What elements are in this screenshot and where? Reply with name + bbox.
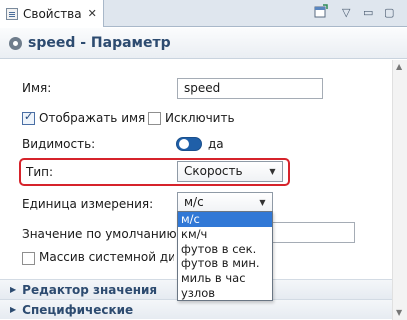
- minimize-icon[interactable]: ▭: [363, 6, 373, 19]
- scroll-down-icon[interactable]: ▼: [396, 308, 402, 317]
- scroll-up-icon[interactable]: ▲: [396, 62, 402, 71]
- toggle-knob: [179, 139, 189, 149]
- array-label: Массив системной динамики: [39, 250, 174, 264]
- exclude-label: Исключить: [165, 111, 235, 125]
- view-tabbar: Свойства ✕ ▽ ▭ ▢: [0, 0, 407, 27]
- dropdown-option[interactable]: футов в мин.: [178, 256, 272, 271]
- unit-dropdown-list: м/с км/ч футов в сек. футов в мин. миль …: [177, 211, 273, 301]
- page-title: speed - Параметр: [28, 35, 171, 51]
- tab-properties[interactable]: Свойства ✕: [0, 0, 104, 27]
- expand-arrow-icon: ▶: [10, 285, 17, 294]
- type-select-value: Скорость: [184, 164, 243, 178]
- parameter-icon: [9, 36, 22, 50]
- checkmark-icon: ✓: [24, 110, 34, 123]
- chevron-down-icon[interactable]: ▼: [254, 194, 271, 211]
- maximize-icon[interactable]: ▢: [384, 6, 394, 19]
- dropdown-option[interactable]: узлов: [178, 286, 272, 301]
- type-label: Тип:: [26, 165, 54, 179]
- exclude-checkbox[interactable]: [148, 112, 161, 125]
- section-value-editor-label: Редактор значения: [22, 282, 158, 297]
- array-checkbox[interactable]: [22, 252, 35, 265]
- show-name-label: Отображать имя: [39, 111, 146, 125]
- visibility-toggle[interactable]: [176, 137, 202, 151]
- view-menu-icon[interactable]: ▽: [342, 6, 350, 19]
- visibility-value: да: [208, 137, 224, 151]
- array-label-clip: Массив системной динамики: [39, 250, 174, 266]
- dropdown-option[interactable]: м/с: [178, 212, 272, 227]
- properties-header: speed - Параметр: [0, 28, 407, 59]
- unit-label: Единица измерения:: [22, 197, 154, 211]
- tab-properties-label: Свойства: [23, 6, 82, 21]
- section-specific-label: Специфические: [22, 302, 134, 317]
- unit-select[interactable]: м/с ▼: [177, 192, 273, 213]
- close-icon[interactable]: ✕: [88, 7, 97, 20]
- default-value-label: Значение по умолчанию:: [22, 227, 181, 241]
- section-specific[interactable]: ▶ Специфические: [0, 299, 392, 319]
- visibility-label: Видимость:: [22, 137, 96, 151]
- dropdown-option[interactable]: км/ч: [178, 227, 272, 242]
- expand-arrow-icon: ▶: [10, 305, 17, 314]
- properties-icon: [6, 7, 18, 20]
- name-label: Имя:: [22, 81, 52, 95]
- new-window-icon[interactable]: [314, 4, 328, 21]
- chevron-down-icon[interactable]: ▼: [264, 163, 281, 180]
- dropdown-option[interactable]: футов в сек.: [178, 242, 272, 257]
- unit-select-value: м/с: [184, 195, 204, 209]
- vertical-scrollbar[interactable]: ▲ ▼: [392, 60, 407, 320]
- show-name-checkbox[interactable]: ✓: [22, 110, 35, 125]
- type-select[interactable]: Скорость ▼: [177, 161, 283, 182]
- dropdown-option[interactable]: миль в час: [178, 271, 272, 286]
- name-field[interactable]: speed: [177, 78, 323, 99]
